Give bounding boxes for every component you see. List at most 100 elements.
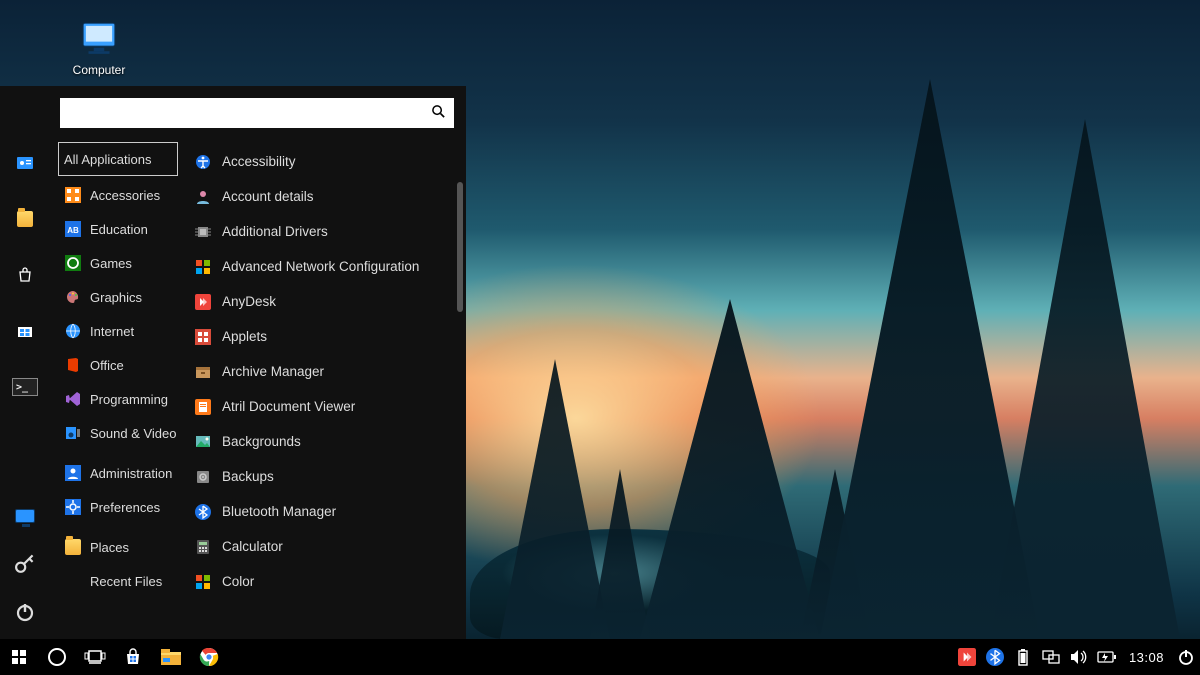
wallpaper-tree xyxy=(990,119,1180,639)
svg-text:AB: AB xyxy=(67,226,79,235)
cat-label: Places xyxy=(90,540,129,555)
cat-games[interactable]: Games xyxy=(58,246,186,280)
cat-programming[interactable]: Programming xyxy=(58,382,186,416)
bluetooth-icon xyxy=(194,503,212,521)
safe-icon xyxy=(194,468,212,486)
abc-icon: AB xyxy=(64,220,82,238)
cat-all-applications[interactable]: All Applications xyxy=(58,142,178,176)
monitor-lock-icon[interactable] xyxy=(12,503,38,529)
grid-icon xyxy=(64,186,82,204)
cortana-icon[interactable] xyxy=(38,639,76,675)
folder-icon[interactable] xyxy=(12,206,38,232)
file-explorer-icon[interactable] xyxy=(152,639,190,675)
app-label: Archive Manager xyxy=(222,364,324,379)
cat-label: Sound & Video xyxy=(90,426,177,441)
app-label: Bluetooth Manager xyxy=(222,504,336,519)
cat-label: Education xyxy=(90,222,148,237)
app-label: Backgrounds xyxy=(222,434,301,449)
app-accessibility[interactable]: Accessibility xyxy=(190,144,462,179)
app-label: AnyDesk xyxy=(222,294,276,309)
power-icon[interactable] xyxy=(12,599,38,625)
key-icon[interactable] xyxy=(12,551,38,577)
vs-icon xyxy=(64,390,82,408)
store-taskbar-icon[interactable] xyxy=(114,639,152,675)
app-bluetooth-manager[interactable]: Bluetooth Manager xyxy=(190,494,462,529)
desktop-icon-label: Computer xyxy=(64,63,134,77)
cat-label: Office xyxy=(90,358,124,373)
clock[interactable]: 13:08 xyxy=(1121,650,1172,665)
app-advanced-network[interactable]: Advanced Network Configuration xyxy=(190,249,462,284)
app-calculator[interactable]: Calculator xyxy=(190,529,462,564)
chip-icon xyxy=(194,223,212,241)
start-menu: >_ All Applications Accessories AB Educat… xyxy=(0,86,466,639)
power-button-icon[interactable] xyxy=(1172,639,1200,675)
search-field[interactable] xyxy=(60,98,454,128)
battery-icon[interactable] xyxy=(1009,639,1037,675)
taskview-icon[interactable] xyxy=(76,639,114,675)
app-label: Applets xyxy=(222,329,267,344)
app-additional-drivers[interactable]: Additional Drivers xyxy=(190,214,462,249)
windows-store-icon[interactable] xyxy=(12,318,38,344)
palette-icon xyxy=(64,288,82,306)
bluetooth-tray-icon[interactable] xyxy=(981,639,1009,675)
anydesk-tray-icon[interactable] xyxy=(953,639,981,675)
cat-administration[interactable]: Administration xyxy=(58,456,186,490)
win-tiles-icon xyxy=(194,258,212,276)
app-atril[interactable]: Atril Document Viewer xyxy=(190,389,462,424)
search-input[interactable] xyxy=(68,105,431,121)
terminal-icon[interactable]: >_ xyxy=(12,374,38,400)
person-icon xyxy=(194,188,212,206)
chrome-icon[interactable] xyxy=(190,639,228,675)
app-backups[interactable]: Backups xyxy=(190,459,462,494)
network-icon[interactable] xyxy=(1037,639,1065,675)
cat-recent-files[interactable]: Recent Files xyxy=(58,564,186,598)
archive-icon xyxy=(194,363,212,381)
cat-label: Preferences xyxy=(90,500,160,515)
cat-graphics[interactable]: Graphics xyxy=(58,280,186,314)
cat-label: Graphics xyxy=(90,290,142,305)
gear-icon xyxy=(64,498,82,516)
cat-sound-video[interactable]: Sound & Video xyxy=(58,416,186,450)
cat-label: Internet xyxy=(90,324,134,339)
wallpaper-tree xyxy=(640,299,820,639)
desktop[interactable]: Computer >_ xyxy=(0,0,1200,675)
power-plan-icon[interactable] xyxy=(1093,639,1121,675)
app-label: Backups xyxy=(222,469,274,484)
app-list-scrollbar[interactable] xyxy=(457,182,463,312)
cat-label: All Applications xyxy=(64,152,151,167)
app-label: Additional Drivers xyxy=(222,224,328,239)
desktop-icon-computer[interactable]: Computer xyxy=(64,18,134,77)
anydesk-icon xyxy=(194,293,212,311)
app-list: Accessibility Account details Additional… xyxy=(186,136,466,639)
volume-icon[interactable] xyxy=(1065,639,1093,675)
category-list: All Applications Accessories AB Education… xyxy=(50,136,186,639)
speaker-icon xyxy=(64,424,82,442)
cat-preferences[interactable]: Preferences xyxy=(58,490,186,524)
app-color[interactable]: Color xyxy=(190,564,462,599)
cat-places[interactable]: Places xyxy=(58,530,186,564)
app-label: Atril Document Viewer xyxy=(222,399,355,414)
search-icon xyxy=(431,104,446,123)
app-archive-manager[interactable]: Archive Manager xyxy=(190,354,462,389)
cat-internet[interactable]: Internet xyxy=(58,314,186,348)
cat-office[interactable]: Office xyxy=(58,348,186,382)
folder-icon xyxy=(64,538,82,556)
app-anydesk[interactable]: AnyDesk xyxy=(190,284,462,319)
user-card-icon[interactable] xyxy=(12,150,38,176)
start-button[interactable] xyxy=(0,639,38,675)
store-icon[interactable] xyxy=(12,262,38,288)
cat-label: Accessories xyxy=(90,188,160,203)
app-backgrounds[interactable]: Backgrounds xyxy=(190,424,462,459)
calc-icon xyxy=(194,538,212,556)
cat-label: Recent Files xyxy=(90,574,162,589)
color-icon xyxy=(194,573,212,591)
globe-icon xyxy=(64,322,82,340)
cat-education[interactable]: AB Education xyxy=(58,212,186,246)
app-applets[interactable]: Applets xyxy=(190,319,462,354)
cat-label: Programming xyxy=(90,392,168,407)
app-account-details[interactable]: Account details xyxy=(190,179,462,214)
wallpaper-icon xyxy=(194,433,212,451)
wallpaper-tree xyxy=(500,359,610,639)
applets-icon xyxy=(194,328,212,346)
cat-accessories[interactable]: Accessories xyxy=(58,178,186,212)
